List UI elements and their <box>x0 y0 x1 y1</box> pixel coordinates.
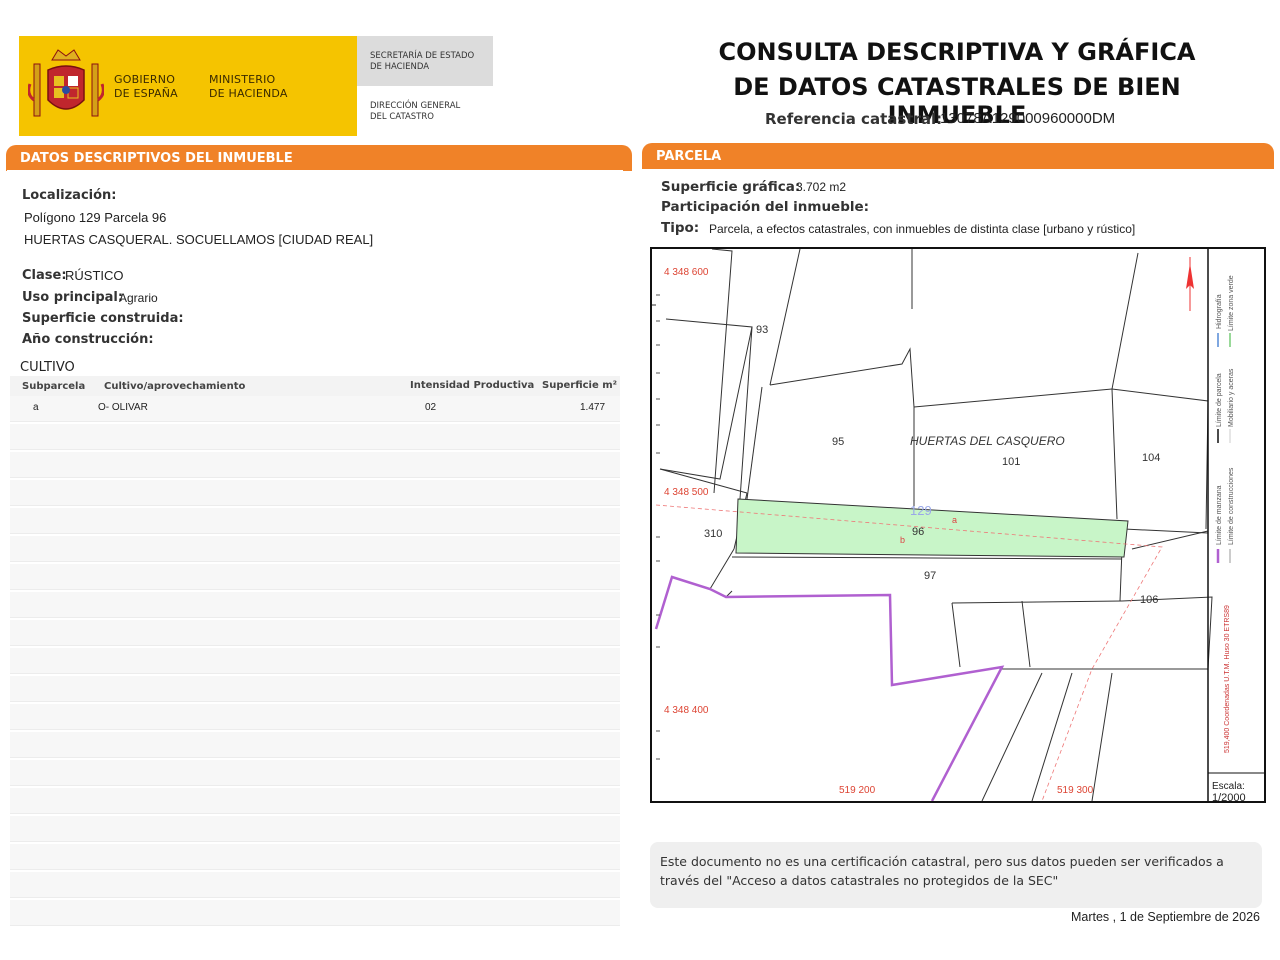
direccion-label: DIRECCIÓN GENERAL DEL CATASTRO <box>370 101 460 123</box>
secretaria-line-1: SECRETARÍA DE ESTADO <box>370 51 475 61</box>
ministerio-label: MINISTERIO DE HACIENDA <box>209 73 288 101</box>
empty-table-row <box>10 900 620 926</box>
disclaimer-text: Este documento no es una certificación c… <box>660 854 1224 888</box>
subparcel-label-b: b <box>900 535 905 545</box>
uso-principal-value: Agrario <box>119 291 158 305</box>
scale-label: Escala: <box>1212 781 1245 792</box>
direccion-line-2: DEL CATASTRO <box>370 112 434 122</box>
disclaimer-box: Este documento no es una certificación c… <box>650 842 1262 908</box>
datos-descriptivos-header: DATOS DESCRIPTIVOS DEL INMUEBLE <box>6 145 632 171</box>
empty-table-row <box>10 480 620 506</box>
empty-table-row <box>10 788 620 814</box>
legend-limite-construcciones: Límite de construcciones <box>1228 467 1235 545</box>
coord-y-2: 4 348 500 <box>664 487 709 498</box>
localizacion-label: Localización: <box>22 188 117 203</box>
legend-zona-verde: Límite zona verde <box>1228 275 1235 331</box>
cell-superficie: 1.477 <box>580 402 606 413</box>
parcel-label-97: 97 <box>924 570 936 582</box>
empty-table-row <box>10 536 620 562</box>
empty-table-row <box>10 872 620 898</box>
cell-cultivo: O- OLIVAR <box>98 402 148 413</box>
empty-table-row <box>10 676 620 702</box>
secretaria-label: SECRETARÍA DE ESTADO DE HACIENDA <box>370 51 474 73</box>
col-subparcela: Subparcela <box>22 381 86 392</box>
col-superficie: Superficie m² <box>542 380 618 391</box>
coat-of-arms-icon <box>28 49 104 117</box>
map-ticks <box>656 294 660 760</box>
referencia-catastral-value: 13078A129000960000DM <box>940 110 1116 127</box>
coord-x-2: 519 300 <box>1057 785 1094 796</box>
coord-y-3: 4 348 400 <box>664 705 709 716</box>
localizacion-line-2: HUERTAS CASQUERAL. SOCUELLAMOS [CIUDAD R… <box>24 232 374 247</box>
subparcel-label-a: a <box>952 515 957 525</box>
direccion-line-1: DIRECCIÓN GENERAL <box>370 101 461 111</box>
ministry-line-2: DE HACIENDA <box>209 87 288 100</box>
participacion-label: Participación del inmueble: <box>661 199 870 215</box>
empty-table-row <box>10 508 620 534</box>
superficie-construida-label: Superficie construida: <box>22 311 184 326</box>
uso-principal-label: Uso principal: <box>22 290 124 305</box>
col-intensidad: Intensidad Productiva <box>410 380 535 391</box>
legend-hidrografia: Hidrografía <box>1216 294 1223 329</box>
parcel-label-93: 93 <box>756 324 768 336</box>
parcel-label-310: 310 <box>704 528 722 540</box>
superficie-grafica-label: Superficie gráfica: <box>661 179 801 195</box>
legend-utm-coords: 519,400 Coordenadas U.T.M. Huso 30 ETRS8… <box>1224 605 1231 753</box>
empty-table-row <box>10 424 620 450</box>
parcela-header: PARCELA <box>642 143 1274 169</box>
tipo-value: Parcela, a efectos catastrales, con inmu… <box>709 222 1136 236</box>
parcel-label-106: 106 <box>1140 594 1158 606</box>
parcel-label-101: 101 <box>1002 456 1020 468</box>
empty-table-row <box>10 704 620 730</box>
page-title-line-1: CONSULTA DESCRIPTIVA Y GRÁFICA <box>718 38 1196 66</box>
gobierno-label: GOBIERNO DE ESPAÑA <box>114 73 178 101</box>
empty-table-row <box>10 816 620 842</box>
ministry-line-1: MINISTERIO <box>209 73 276 86</box>
empty-table-row <box>10 452 620 478</box>
document-date: Martes , 1 de Septiembre de 2026 <box>1070 910 1260 924</box>
clase-value: RÚSTICO <box>65 268 124 283</box>
municipal-boundary <box>654 575 1005 801</box>
polygon-label-129: 129 <box>910 503 932 518</box>
empty-table-row <box>10 564 620 590</box>
empty-table-row <box>10 760 620 786</box>
gov-line-1: GOBIERNO <box>114 73 176 86</box>
map-canvas: 4 348 600 4 348 500 4 348 400 519 200 51… <box>652 249 1264 801</box>
empty-table-row <box>10 620 620 646</box>
secretaria-line-2: DE HACIENDA <box>370 62 430 72</box>
col-cultivo: Cultivo/aprovechamiento <box>104 381 246 392</box>
clase-label: Clase: <box>22 268 67 283</box>
cultivo-title: CULTIVO <box>20 360 75 375</box>
superficie-grafica-value: 3.702 m2 <box>796 180 847 194</box>
referencia-catastral-label: Referencia catastral: <box>765 110 943 128</box>
anio-construccion-label: Año construcción: <box>22 332 154 347</box>
empty-table-row <box>10 844 620 870</box>
place-name-label: HUERTAS DEL CASQUERO <box>910 434 1065 448</box>
coord-x-1: 519 200 <box>839 785 876 796</box>
empty-table-row <box>10 648 620 674</box>
legend-limite-manzana: Límite de manzana <box>1216 485 1223 545</box>
empty-table-row <box>10 592 620 618</box>
legend-limite-parcela: Límite de parcela <box>1216 373 1223 427</box>
cell-subparcela: a <box>33 402 39 413</box>
cadastral-map[interactable]: 4 348 600 4 348 500 4 348 400 519 200 51… <box>650 247 1266 803</box>
coord-y-1: 4 348 600 <box>664 267 709 278</box>
parcel-label-95: 95 <box>832 436 844 448</box>
north-arrow-icon <box>1186 257 1194 311</box>
tipo-label: Tipo: <box>661 220 700 236</box>
parcel-label-96: 96 <box>912 526 924 538</box>
cell-intensidad: 02 <box>425 402 437 413</box>
scale-value: 1/2000 <box>1212 792 1246 801</box>
legend-mobiliario: Mobiliario y aceras <box>1228 368 1235 427</box>
parcel-label-104: 104 <box>1142 452 1160 464</box>
localizacion-line-1: Polígono 129 Parcela 96 <box>24 210 167 225</box>
gov-line-2: DE ESPAÑA <box>114 87 178 100</box>
empty-table-row <box>10 732 620 758</box>
